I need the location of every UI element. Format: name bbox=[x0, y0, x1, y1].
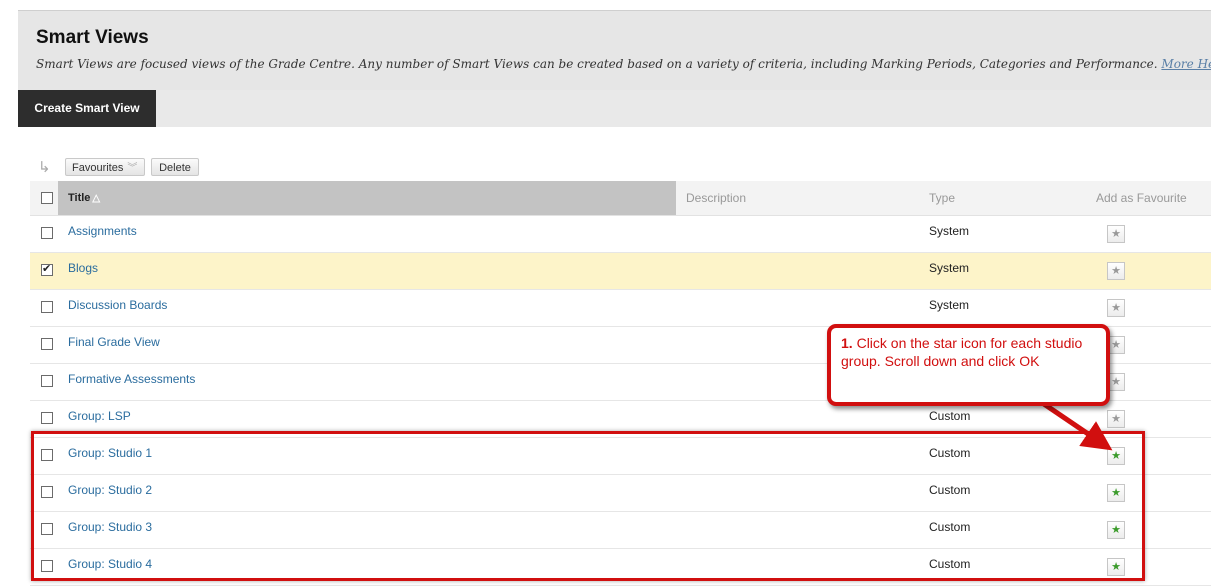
action-bar: Create Smart View bbox=[18, 90, 1211, 127]
column-header-type[interactable]: Type bbox=[929, 181, 955, 215]
row-title-link[interactable]: Group: Studio 3 bbox=[68, 512, 152, 542]
row-checkbox[interactable] bbox=[41, 486, 53, 498]
row-type: System bbox=[929, 261, 970, 275]
description-text: Smart Views are focused views of the Gra… bbox=[36, 57, 1158, 71]
column-header-favourite: Add as Favourite bbox=[1096, 191, 1187, 205]
table-row: Assignments System ★ bbox=[30, 216, 1211, 253]
callout-text: Click on the star icon for each studio g… bbox=[841, 335, 1083, 369]
row-title-link[interactable]: Group: LSP bbox=[68, 401, 131, 431]
callout-step-number: 1. bbox=[841, 335, 853, 351]
sort-ascending-icon: △ bbox=[92, 193, 101, 204]
favourites-label: Favourites bbox=[72, 162, 124, 174]
row-title-link[interactable]: Group: Studio 2 bbox=[68, 475, 152, 505]
row-type: System bbox=[929, 224, 970, 238]
row-title-link[interactable]: Final Grade View bbox=[68, 327, 160, 357]
smart-views-page: Smart Views Smart Views are focused view… bbox=[0, 0, 1211, 586]
star-icon[interactable]: ★ bbox=[1107, 225, 1125, 243]
row-type: System bbox=[929, 298, 970, 312]
row-checkbox[interactable] bbox=[41, 262, 53, 276]
table-row: Group: Studio 1 Custom ★ bbox=[30, 438, 1211, 475]
chevron-down-icon: ︾ bbox=[127, 163, 138, 174]
row-checkbox[interactable] bbox=[41, 301, 53, 313]
create-smart-view-button[interactable]: Create Smart View bbox=[18, 90, 156, 127]
page-header: Smart Views Smart Views are focused view… bbox=[18, 10, 1211, 91]
row-type: Custom bbox=[929, 483, 971, 497]
row-checkbox[interactable] bbox=[41, 560, 53, 572]
table-row: Discussion Boards System ★ bbox=[30, 290, 1211, 327]
row-checkbox[interactable] bbox=[41, 375, 53, 387]
row-title-link[interactable]: Group: Studio 1 bbox=[68, 438, 152, 468]
column-header-title[interactable]: Title △ bbox=[68, 181, 100, 216]
row-checkbox[interactable] bbox=[41, 449, 53, 461]
row-title-link[interactable]: Blogs bbox=[68, 253, 98, 283]
star-icon[interactable]: ★ bbox=[1107, 410, 1125, 428]
row-type: Custom bbox=[929, 557, 971, 571]
star-icon[interactable]: ★ bbox=[1107, 447, 1125, 465]
row-checkbox[interactable] bbox=[41, 338, 53, 350]
table-row: Group: Studio 3 Custom ★ bbox=[30, 512, 1211, 549]
title-column-sorted-bg bbox=[58, 181, 676, 215]
row-title-link[interactable]: Discussion Boards bbox=[68, 290, 167, 320]
page-description: Smart Views are focused views of the Gra… bbox=[36, 57, 1211, 71]
star-icon[interactable]: ★ bbox=[1107, 299, 1125, 317]
page-title: Smart Views bbox=[36, 27, 149, 48]
star-icon[interactable]: ★ bbox=[1107, 521, 1125, 539]
select-all-checkbox[interactable] bbox=[41, 192, 53, 204]
column-title-label: Title bbox=[68, 192, 91, 204]
column-header-description[interactable]: Description bbox=[686, 181, 746, 215]
row-checkbox[interactable] bbox=[41, 523, 53, 535]
delete-button[interactable]: Delete bbox=[151, 158, 199, 176]
row-type: Custom bbox=[929, 520, 971, 534]
row-checkbox[interactable] bbox=[41, 412, 53, 424]
star-icon[interactable]: ★ bbox=[1107, 262, 1125, 280]
star-icon[interactable]: ★ bbox=[1107, 558, 1125, 576]
table-row: Group: LSP Custom ★ bbox=[30, 401, 1211, 438]
row-title-link[interactable]: Assignments bbox=[68, 216, 137, 246]
row-title-link[interactable]: Formative Assessments bbox=[68, 364, 195, 394]
more-help-link[interactable]: More Help bbox=[1161, 57, 1211, 71]
table-row: Blogs System ★ bbox=[30, 253, 1211, 290]
left-margin bbox=[0, 0, 18, 574]
table-header: Title △ Description Type Add as Favourite bbox=[30, 181, 1211, 216]
favourites-button[interactable]: Favourites ︾ bbox=[65, 158, 145, 176]
instruction-callout: 1. Click on the star icon for each studi… bbox=[827, 324, 1110, 406]
row-checkbox[interactable] bbox=[41, 227, 53, 239]
star-icon[interactable]: ★ bbox=[1107, 484, 1125, 502]
table-row: Group: Studio 4 Custom ★ bbox=[30, 549, 1211, 586]
bulk-action-arrow-icon: ↳ bbox=[38, 159, 51, 176]
row-title-link[interactable]: Group: Studio 4 bbox=[68, 549, 152, 579]
table-row: Group: Studio 2 Custom ★ bbox=[30, 475, 1211, 512]
row-type: Custom bbox=[929, 446, 971, 460]
